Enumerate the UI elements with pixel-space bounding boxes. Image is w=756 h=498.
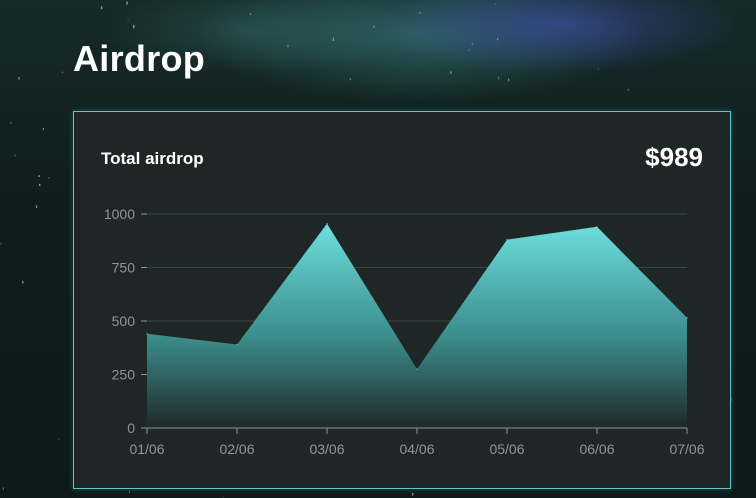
x-tick-label: 05/06 <box>489 441 524 457</box>
data-point <box>416 368 418 370</box>
star-dot <box>2 487 4 490</box>
area-chart: 0 250 500 750 1000 01/06 02/06 03/06 04/06 05/06 0… <box>104 206 705 457</box>
star-dot <box>497 38 499 41</box>
star-dot <box>627 88 629 91</box>
star-dot <box>419 12 421 14</box>
data-point <box>686 316 688 319</box>
star-dot <box>36 205 38 208</box>
x-tick-label: 02/06 <box>219 441 254 457</box>
star-dot <box>412 493 414 496</box>
star-dot <box>58 438 60 440</box>
star-dot <box>14 154 16 157</box>
star-dot <box>126 1 128 5</box>
star-dot <box>508 78 510 82</box>
x-tick-label: 07/06 <box>669 441 704 457</box>
star-dot <box>471 43 473 45</box>
star-dot <box>39 183 41 186</box>
y-tick-label: 500 <box>112 313 136 329</box>
star-dot <box>349 78 351 81</box>
data-point <box>596 226 598 228</box>
data-point <box>506 238 508 241</box>
airdrop-chart-card: Total airdrop $989 0 250 500 750 1000 01/06 02… <box>73 111 731 489</box>
x-tick-label: 03/06 <box>309 441 344 457</box>
star-dot <box>249 13 252 15</box>
data-point <box>326 222 328 225</box>
star-dot <box>133 24 135 29</box>
star-dot <box>450 71 452 75</box>
star-dot <box>42 127 45 131</box>
star-dot <box>48 177 50 179</box>
star-dot <box>597 68 599 70</box>
x-tick-label: 01/06 <box>129 441 164 457</box>
star-dot <box>332 37 334 41</box>
y-tick-label: 1000 <box>104 206 135 222</box>
star-dot <box>22 280 24 284</box>
x-tick-label: 04/06 <box>399 441 434 457</box>
y-tick-label: 250 <box>112 367 136 383</box>
star-dot <box>494 3 496 5</box>
star-dot <box>101 6 103 10</box>
star-dot <box>38 175 40 178</box>
star-dot <box>0 242 2 245</box>
star-dot <box>287 45 289 48</box>
y-tick-label: 0 <box>127 420 135 436</box>
y-tick-label: 750 <box>112 260 136 276</box>
star-dot <box>468 49 470 51</box>
star-dot <box>18 76 20 80</box>
star-dot <box>61 71 63 73</box>
star-dot <box>10 122 12 124</box>
data-point <box>146 333 148 335</box>
star-dot <box>127 18 129 20</box>
x-tick-label: 06/06 <box>579 441 614 457</box>
star-dot <box>373 25 375 28</box>
star-dot <box>498 76 500 80</box>
area-series <box>147 223 687 428</box>
data-point <box>236 343 238 346</box>
star-dot <box>128 490 130 493</box>
page-title: Airdrop <box>73 38 206 79</box>
